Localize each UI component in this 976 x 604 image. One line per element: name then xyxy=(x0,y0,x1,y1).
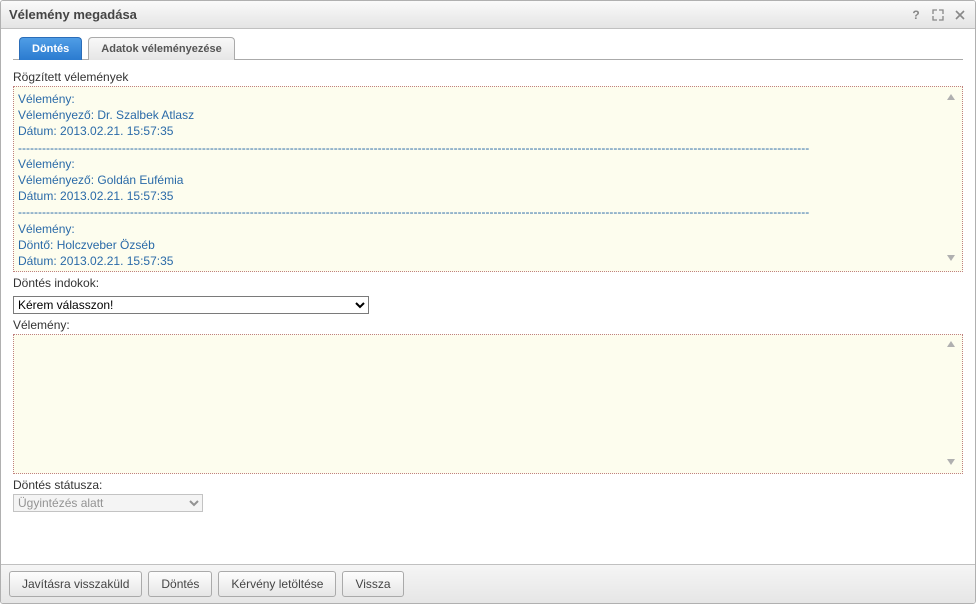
tab-data-review[interactable]: Adatok véleményezése xyxy=(88,37,234,60)
close-icon[interactable] xyxy=(953,8,967,22)
opinion-field-label: Vélemény: xyxy=(18,222,75,236)
return-for-fix-button[interactable]: Javításra visszaküld xyxy=(9,571,142,597)
opinion-role-label: Véleményező: xyxy=(18,173,97,187)
decision-reasons-label: Döntés indokok: xyxy=(13,276,963,290)
opinion-entry: Vélemény: Döntő: Holczveber Özséb Dátum:… xyxy=(18,221,958,270)
separator-dashes: ----------------------------------------… xyxy=(18,204,958,220)
separator-dashes: ----------------------------------------… xyxy=(18,269,958,272)
titlebar: Vélemény megadása ? xyxy=(1,1,975,29)
opinion-date-label: Dátum: xyxy=(18,254,60,268)
maximize-icon[interactable] xyxy=(931,8,945,22)
scroll-down-icon[interactable] xyxy=(946,252,960,267)
opinion-date: 2013.02.21. 15:57:35 xyxy=(60,254,173,268)
scroll-up-icon[interactable] xyxy=(946,339,960,351)
opinion-entry: Vélemény: Véleményező: Goldán Eufémia Dá… xyxy=(18,156,958,205)
opinion-textarea[interactable] xyxy=(14,335,962,473)
opinion-textarea-wrapper xyxy=(13,334,963,474)
tab-strip: Döntés Adatok véleményezése xyxy=(13,37,963,60)
opinions-scrollbar[interactable] xyxy=(946,87,960,271)
opinion-role-label: Véleményező: xyxy=(18,108,97,122)
recorded-opinions-label: Rögzített vélemények xyxy=(13,70,963,84)
decision-reason-select[interactable]: Kérem válasszon! xyxy=(13,296,369,314)
decision-status-label: Döntés státusza: xyxy=(13,478,963,492)
opinion-person: Holczveber Özséb xyxy=(57,238,155,252)
opinion-entry: Vélemény: Véleményező: Dr. Szalbek Atlas… xyxy=(18,91,958,140)
download-request-button[interactable]: Kérvény letöltése xyxy=(218,571,336,597)
opinion-field-label: Vélemény: xyxy=(18,157,75,171)
opinion-person: Goldán Eufémia xyxy=(97,173,183,187)
opinion-date: 2013.02.21. 15:57:35 xyxy=(60,124,173,138)
opinion-field-label: Vélemény: xyxy=(18,92,75,106)
opinion-date: 2013.02.21. 15:57:35 xyxy=(60,189,173,203)
decision-button[interactable]: Döntés xyxy=(148,571,212,597)
tab-decision[interactable]: Döntés xyxy=(19,37,82,60)
dialog-content: Döntés Adatok véleményezése Rögzített vé… xyxy=(1,29,975,564)
recorded-opinions-box: Vélemény: Véleményező: Dr. Szalbek Atlas… xyxy=(13,86,963,272)
back-button[interactable]: Vissza xyxy=(342,571,403,597)
scroll-up-icon[interactable] xyxy=(946,91,960,106)
window-title: Vélemény megadása xyxy=(9,7,909,22)
dialog-window: Vélemény megadása ? Döntés Adatok vélemé… xyxy=(0,0,976,604)
opinion-role-label: Döntő: xyxy=(18,238,57,252)
opinion-date-label: Dátum: xyxy=(18,124,60,138)
scroll-down-icon[interactable] xyxy=(946,457,960,469)
dialog-footer: Javításra visszaküld Döntés Kérvény letö… xyxy=(1,564,975,603)
opinion-person: Dr. Szalbek Atlasz xyxy=(97,108,194,122)
separator-dashes: ----------------------------------------… xyxy=(18,140,958,156)
opinion-date-label: Dátum: xyxy=(18,189,60,203)
opinion-label: Vélemény: xyxy=(13,318,963,332)
titlebar-actions: ? xyxy=(909,8,967,22)
decision-status-select: Ügyintézés alatt xyxy=(13,494,203,512)
help-icon[interactable]: ? xyxy=(909,8,923,22)
opinion-scrollbar[interactable] xyxy=(946,335,960,473)
